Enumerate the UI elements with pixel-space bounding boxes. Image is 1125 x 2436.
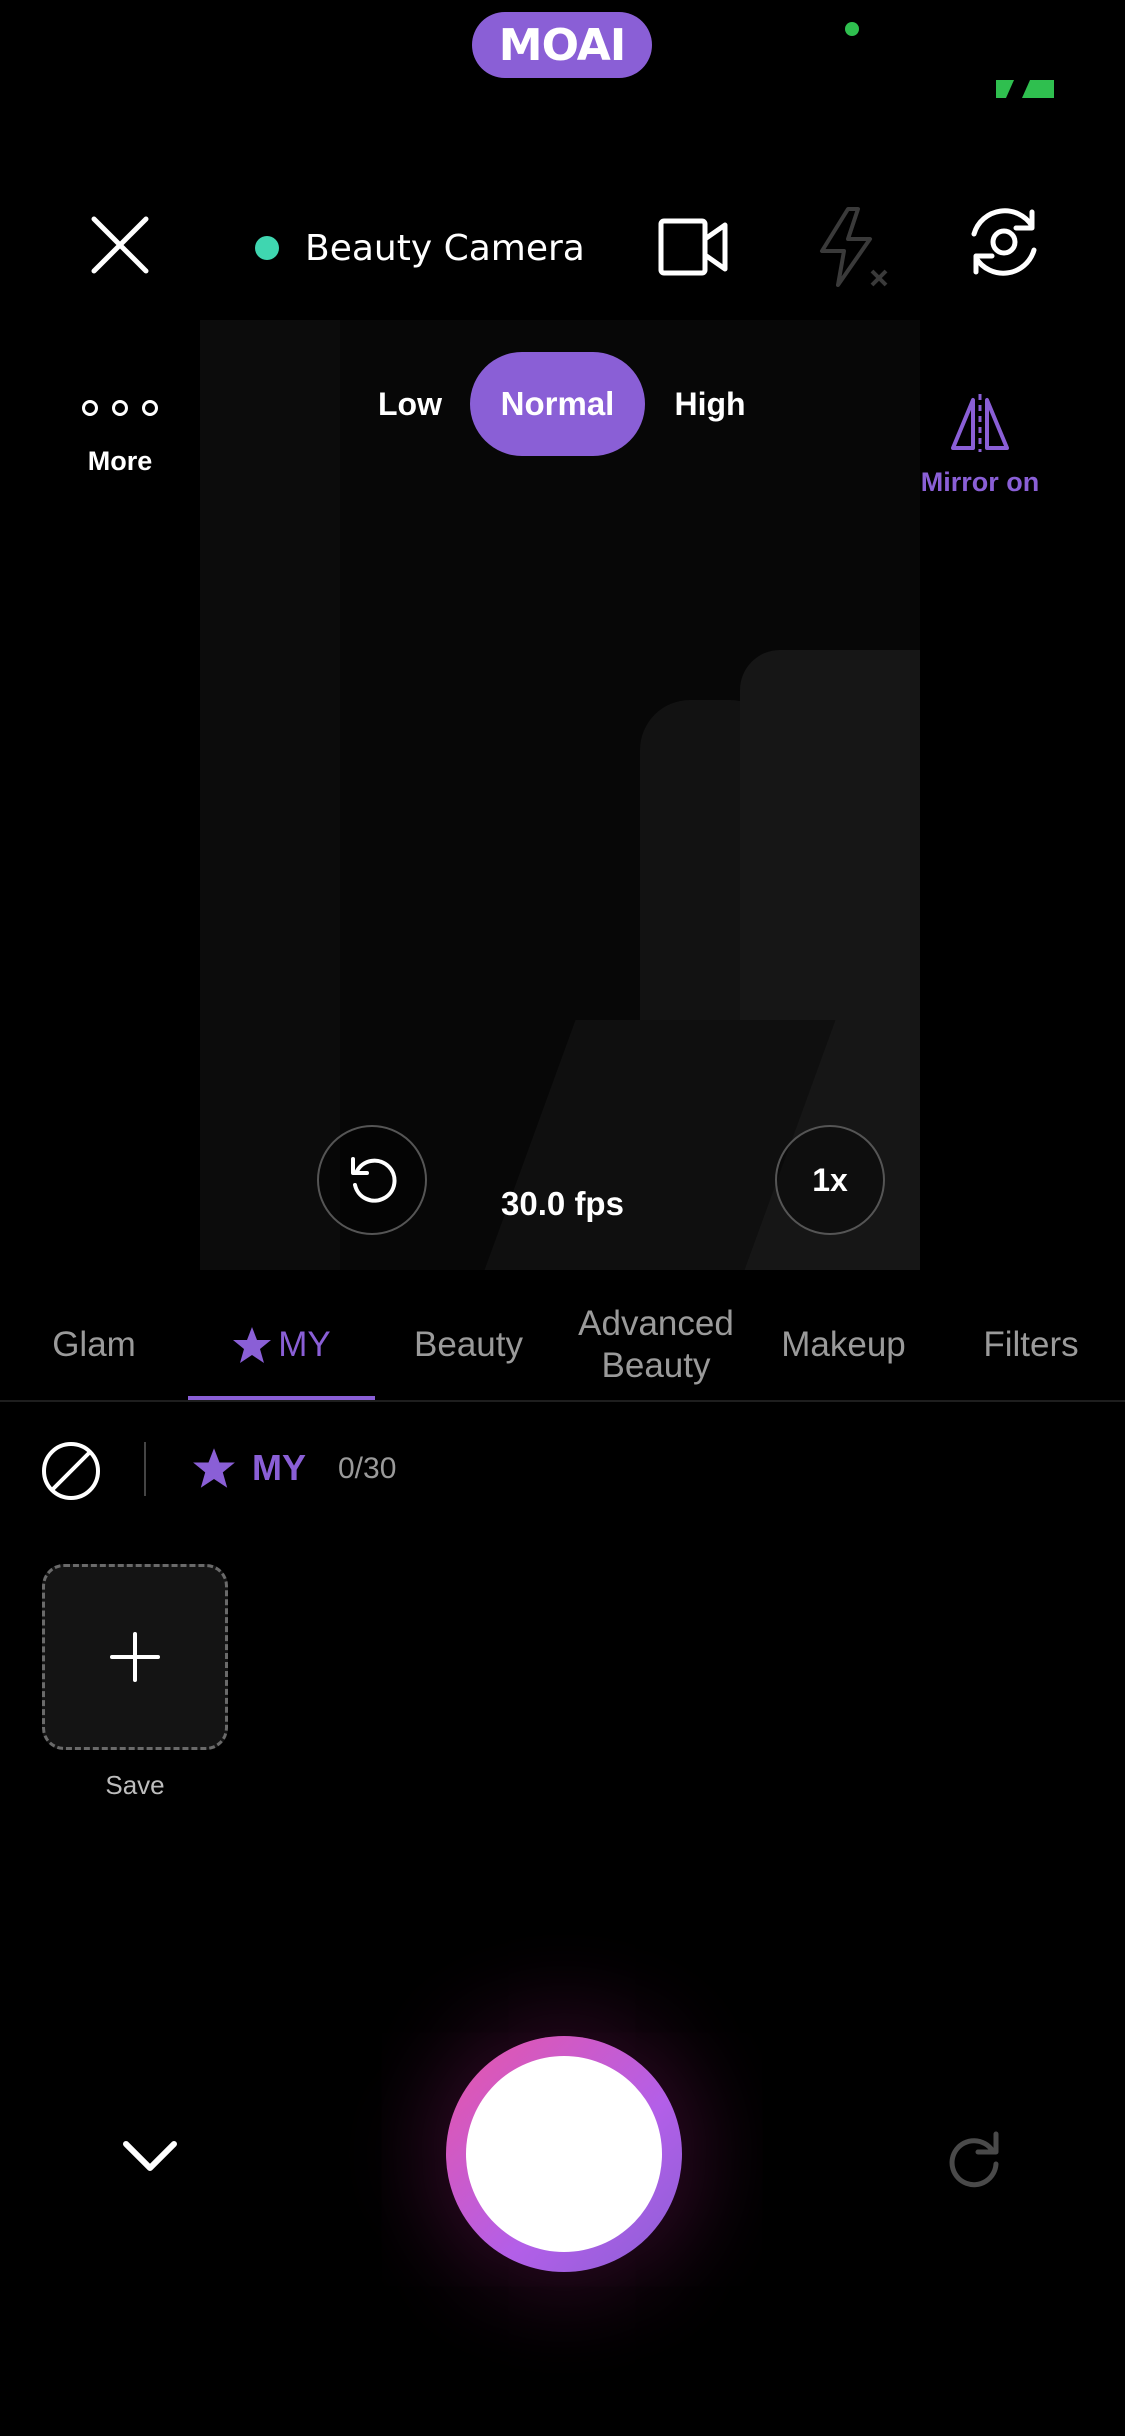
shutter-button[interactable]	[446, 2036, 682, 2272]
tab-my-label: MY	[278, 1325, 331, 1364]
close-icon[interactable]	[80, 205, 160, 285]
category-tabs: Glam MY Beauty Advanced Beauty Makeup Fi…	[0, 1290, 1125, 1400]
intensity-high-option[interactable]: High	[660, 352, 760, 456]
recording-indicator-dot	[845, 22, 859, 36]
tab-makeup[interactable]: Makeup	[750, 1290, 937, 1400]
mirror-icon	[951, 394, 1009, 452]
camera-mode-dot	[255, 236, 279, 260]
save-label: Save	[105, 1770, 165, 1800]
my-count: 0/30	[338, 1452, 397, 1485]
video-camera-icon[interactable]	[658, 215, 728, 279]
mirror-label: Mirror on	[920, 467, 1040, 497]
more-dots-icon	[70, 400, 170, 416]
shutter-inner	[466, 2056, 662, 2252]
switch-camera-icon[interactable]	[962, 200, 1046, 284]
tab-beauty[interactable]: Beauty	[375, 1290, 562, 1400]
star-icon	[233, 1327, 272, 1363]
battery-indicator-icon	[996, 80, 1054, 98]
chevron-down-icon[interactable]	[120, 2130, 180, 2180]
tab-glam[interactable]: Glam	[0, 1290, 188, 1400]
redo-icon[interactable]	[944, 2128, 1006, 2190]
tabs-divider	[0, 1400, 1125, 1402]
more-button[interactable]: More	[70, 400, 170, 477]
zoom-label: 1x	[812, 1161, 848, 1198]
preview-background-left	[200, 320, 340, 1270]
camera-mode-selector[interactable]: Beauty Camera	[255, 220, 585, 276]
my-star-icon	[193, 1448, 235, 1488]
mirror-toggle[interactable]: Mirror on	[910, 392, 1050, 498]
plus-icon	[110, 1632, 160, 1682]
fps-readout: 30.0 fps	[501, 1185, 624, 1222]
vertical-divider	[144, 1442, 146, 1496]
tab-advanced-beauty[interactable]: Advanced Beauty	[562, 1290, 750, 1400]
reset-icon	[351, 1157, 397, 1203]
my-label: MY	[252, 1447, 306, 1488]
intensity-normal-option[interactable]: Normal	[470, 352, 645, 456]
intensity-low-option[interactable]: Low	[360, 352, 460, 456]
no-effect-icon[interactable]	[40, 1440, 102, 1502]
save-preset-button[interactable]	[42, 1564, 228, 1750]
app-badge-label: MOAI	[498, 19, 626, 71]
more-label: More	[87, 446, 153, 476]
camera-mode-label: Beauty Camera	[305, 227, 585, 269]
tab-advanced-line1: Advanced	[578, 1304, 734, 1343]
tab-my[interactable]: MY	[188, 1290, 375, 1400]
flash-off-icon[interactable]	[810, 205, 892, 291]
app-badge: MOAI	[472, 12, 652, 78]
reset-button[interactable]	[317, 1125, 427, 1235]
tab-filters[interactable]: Filters	[937, 1290, 1125, 1400]
zoom-button[interactable]: 1x	[775, 1125, 885, 1235]
tab-advanced-line2: Beauty	[601, 1346, 711, 1385]
